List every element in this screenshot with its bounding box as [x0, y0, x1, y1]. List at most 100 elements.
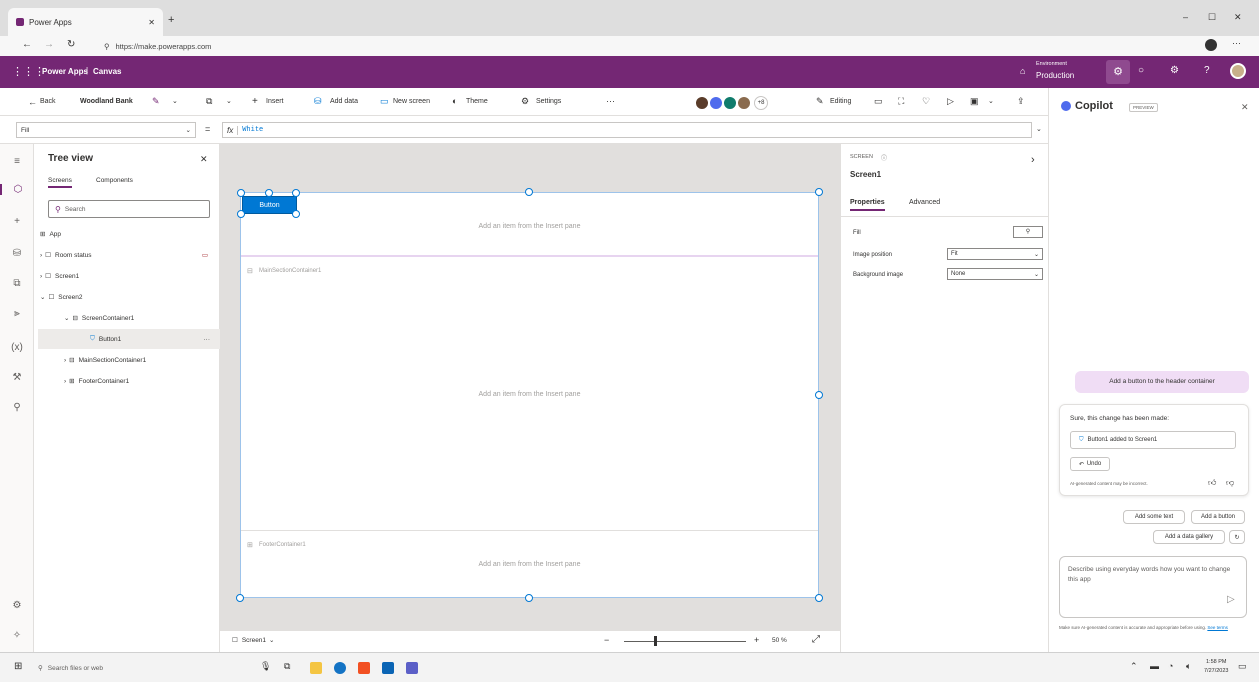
resize-handle[interactable] [815, 391, 823, 399]
copy-icon[interactable]: ⧉ [206, 96, 212, 107]
zoom-in-button[interactable]: + [754, 635, 759, 645]
play-icon[interactable]: ▷ [947, 96, 954, 107]
close-icon[interactable]: ✕ [200, 154, 208, 165]
search-rail-icon[interactable]: ⚲ [0, 402, 34, 413]
add-data-button[interactable]: Add data [330, 98, 358, 105]
publish-icon[interactable]: ⇪ [1017, 96, 1025, 107]
health-icon[interactable]: ♡ [922, 96, 930, 107]
resize-handle[interactable] [237, 189, 245, 197]
browser-tab[interactable]: Power Apps ✕ [8, 8, 163, 36]
resize-handle[interactable] [237, 210, 245, 218]
zoom-slider[interactable] [624, 636, 746, 646]
back-icon[interactable]: ← [28, 97, 37, 107]
expand-formula-icon[interactable]: ⌄ [1036, 125, 1042, 133]
tree-item-screencontainer1[interactable]: ⌄ ⊟ ScreenContainer1 [64, 308, 218, 328]
resize-handle[interactable] [525, 594, 533, 602]
thumbs-down-icon[interactable]: 👎︎ [1226, 478, 1234, 488]
tree-item-room-status[interactable]: › ☐ Room status ▭ [40, 245, 218, 265]
resize-handle[interactable] [292, 210, 300, 218]
image-position-dropdown[interactable]: Fit ⌄ [947, 248, 1043, 260]
zoom-out-button[interactable]: − [604, 635, 609, 645]
settings-icon[interactable]: ⚙ [1170, 65, 1179, 76]
resize-handle[interactable] [292, 189, 300, 197]
edge-icon[interactable] [334, 662, 346, 674]
virtual-agent-icon[interactable]: ✧ [0, 630, 34, 641]
data-icon[interactable]: ⛁ [0, 248, 34, 259]
tree-item-screen1[interactable]: › ☐ Screen1 [40, 266, 218, 286]
app-checker-icon[interactable]: ⛶ [898, 96, 904, 107]
variables-icon[interactable]: (x) [0, 342, 34, 353]
help-icon[interactable]: ? [1204, 65, 1210, 76]
advanced-tools-icon[interactable]: ⚒ [0, 372, 34, 383]
new-screen-button[interactable]: New screen [393, 98, 430, 105]
forward-arrow-icon[interactable]: → [44, 39, 54, 50]
close-window-icon[interactable]: ✕ [1234, 12, 1242, 23]
selected-button[interactable]: Button [242, 196, 297, 214]
app-name[interactable]: Power Apps [42, 67, 88, 76]
taskbar-search[interactable]: ⚲ Search files or web [38, 659, 238, 677]
store-icon[interactable] [358, 662, 370, 674]
user-avatar[interactable] [1230, 63, 1246, 79]
screen-selector[interactable]: ☐ Screen1 ⌄ [232, 636, 275, 645]
media-icon[interactable]: ⧉ [0, 278, 34, 289]
chevron-up-icon[interactable]: ⌃ [1130, 661, 1138, 672]
tree-item-app[interactable]: ⊞ App [40, 224, 218, 244]
file-explorer-icon[interactable] [310, 662, 322, 674]
tree-item-screen2[interactable]: ⌄ ☐ Screen2 [40, 287, 218, 307]
task-view-icon[interactable]: ⧉ [284, 661, 290, 672]
fill-color-picker[interactable]: ⚲ [1013, 226, 1043, 238]
insert-button[interactable]: Insert [266, 98, 284, 105]
fit-to-screen-icon[interactable]: ⤢ [812, 634, 820, 645]
notifications-icon[interactable]: ○ [1138, 65, 1144, 76]
fx-icon[interactable]: fx [223, 125, 239, 135]
copilot-toggle-icon[interactable]: ⚙ [1106, 60, 1130, 84]
chevron-down-icon[interactable]: ⌄ [226, 97, 232, 105]
tab-components[interactable]: Components [96, 177, 133, 184]
tab-screens[interactable]: Screens [48, 177, 72, 188]
tree-item-button1[interactable]: ⛉ Button1 ··· [38, 329, 220, 349]
battery-icon[interactable]: ▬ [1150, 661, 1159, 671]
formula-input[interactable]: fx White [222, 122, 1032, 138]
header-container[interactable]: Add an item from the Insert pane [241, 193, 818, 257]
resize-handle[interactable] [815, 188, 823, 196]
app-title[interactable]: Woodland Bank [80, 98, 133, 105]
settings-button[interactable]: Settings [536, 98, 561, 105]
insert-icon[interactable]: + [0, 216, 34, 227]
url-field[interactable]: ⚲ https://make.powerapps.com [100, 38, 1190, 54]
change-item[interactable]: ⛉ Button1 added to Screen1 [1070, 431, 1236, 449]
windows-start-icon[interactable]: ⊞ [14, 661, 22, 672]
back-arrow-icon[interactable]: ← [22, 39, 32, 50]
suggestion-add-text[interactable]: Add some text [1123, 510, 1185, 524]
teams-icon[interactable] [406, 662, 418, 674]
settings-rail-icon[interactable]: ⚙ [0, 600, 34, 611]
tab-properties[interactable]: Properties [850, 199, 885, 211]
environment-name[interactable]: Production [1036, 71, 1074, 80]
microphone-icon[interactable]: 🎙︎ [260, 661, 271, 672]
refresh-icon[interactable]: ↻ [67, 39, 75, 50]
thumbs-up-icon[interactable]: 👍︎ [1208, 478, 1216, 488]
browser-more-icon[interactable]: ··· [1232, 38, 1241, 48]
property-dropdown[interactable]: Fill ⌄ [16, 122, 196, 138]
tree-search-input[interactable]: ⚲ Search [48, 200, 210, 218]
zoom-slider-thumb[interactable] [654, 636, 657, 646]
close-icon[interactable]: ✕ [1241, 102, 1249, 113]
hamburger-icon[interactable]: ≡ [0, 156, 34, 167]
more-options-icon[interactable]: ··· [204, 336, 211, 343]
wifi-icon[interactable]: ◔ [1168, 661, 1173, 671]
app-screen[interactable]: Add an item from the Insert pane ⊟ MainS… [240, 192, 819, 598]
outlook-icon[interactable] [382, 662, 394, 674]
tab-advanced[interactable]: Advanced [909, 199, 940, 206]
pen-icon[interactable]: ✎ [152, 96, 160, 107]
minimize-icon[interactable]: – [1183, 12, 1188, 22]
more-commands-button[interactable]: ··· [606, 96, 615, 106]
suggestion-add-gallery[interactable]: Add a data gallery [1153, 530, 1225, 544]
clock[interactable]: 1:58 PM 7/27/2023 [1204, 658, 1228, 676]
tree-view-icon[interactable]: ⬡ [0, 184, 34, 195]
tree-item-footercontainer1[interactable]: › ⊞ FooterContainer1 [64, 371, 218, 391]
tree-item-mainsectioncontainer1[interactable]: › ⊟ MainSectionContainer1 [64, 350, 218, 370]
collaborator-avatars[interactable]: +8 [694, 95, 768, 111]
resize-handle[interactable] [265, 189, 273, 197]
new-tab-button[interactable]: + [168, 14, 174, 26]
undo-button[interactable]: ↶ Undo [1070, 457, 1110, 471]
theme-button[interactable]: Theme [466, 98, 488, 105]
